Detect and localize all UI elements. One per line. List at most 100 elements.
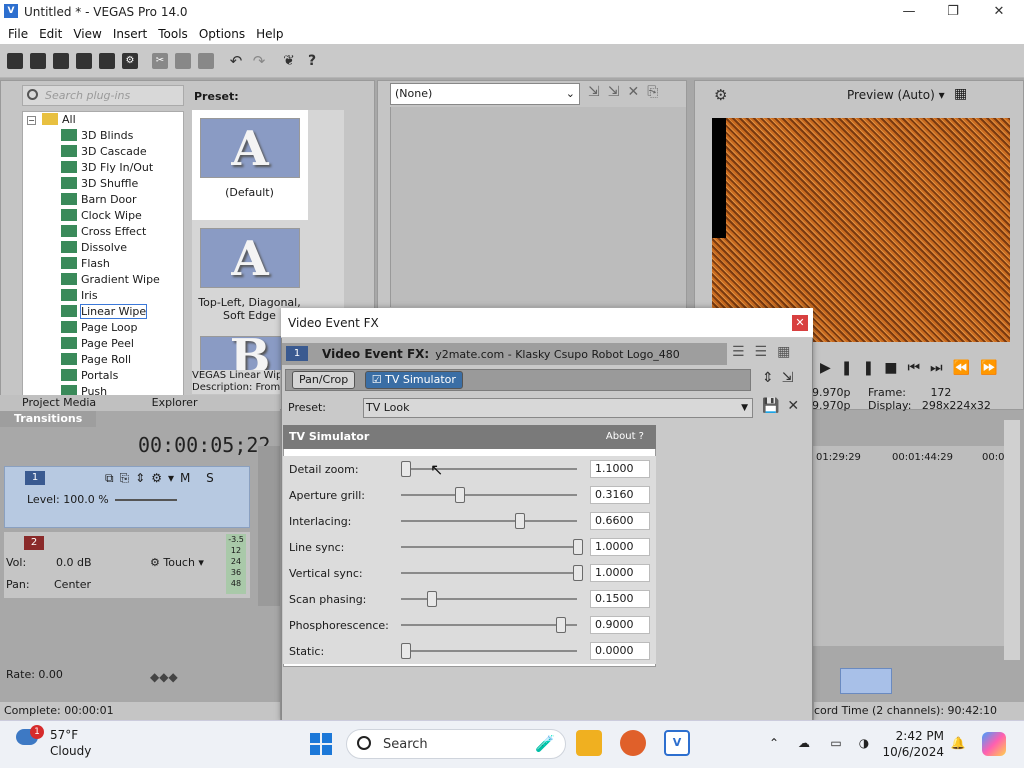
close-window-button[interactable]: ✕ <box>976 0 1022 24</box>
tree-item[interactable]: Page Roll <box>61 352 131 368</box>
rate-slider-handle[interactable]: ◆◆◆ <box>150 670 178 684</box>
param-track[interactable] <box>401 650 577 652</box>
preview-settings-gear-icon[interactable]: ⚙ <box>714 86 727 104</box>
param-value-input[interactable]: 1.1000 <box>590 460 650 478</box>
tree-item[interactable]: 3D Fly In/Out <box>61 160 153 176</box>
preset-thumbnail[interactable]: A <box>200 228 300 288</box>
tree-item-selected[interactable]: Linear Wipe <box>61 304 148 320</box>
chevron-up-icon[interactable]: ⌃ <box>766 736 782 750</box>
tree-item[interactable]: Iris <box>61 288 98 304</box>
tab-project-media[interactable]: Project Media <box>0 395 110 411</box>
param-slider-thumb[interactable] <box>573 565 583 581</box>
start-button[interactable] <box>310 733 332 755</box>
tree-item[interactable]: 3D Shuffle <box>61 176 138 192</box>
menu-view[interactable]: View <box>73 27 101 41</box>
copy-icon[interactable] <box>175 52 191 69</box>
param-value-input[interactable]: 0.9000 <box>590 616 650 634</box>
tree-item[interactable]: Portals <box>61 368 118 384</box>
properties-gear-icon[interactable]: ⚙ <box>122 52 138 69</box>
file-explorer-icon[interactable] <box>576 730 602 756</box>
copilot-icon[interactable] <box>982 732 1006 756</box>
param-value-input[interactable]: 0.0000 <box>590 642 650 660</box>
video-track-header[interactable]: 1 ⧉⎘⇕⚙▾M S Level: 100.0 % <box>4 466 250 528</box>
menu-edit[interactable]: Edit <box>39 27 62 41</box>
audio-track-header[interactable]: 2 Vol: 0.0 dB Pan: Center ⚙ Touch ▾ -3.5… <box>4 532 250 598</box>
trimmer-tool-icons[interactable]: ⇲⇲✕⎘ <box>588 84 666 100</box>
fx-view-mode-icons[interactable]: ☰☰▦ <box>732 344 800 360</box>
param-track[interactable] <box>401 624 577 626</box>
transition-tree[interactable]: − All 3D Blinds 3D Cascade 3D Fly In/Out … <box>22 111 184 396</box>
minimize-button[interactable]: — <box>886 0 932 24</box>
param-value-input[interactable]: 0.6600 <box>590 512 650 530</box>
timeline-tracks[interactable]: 01:29:29 00:01:44:29 00:0 <box>812 446 1012 646</box>
param-value-input[interactable]: 0.1500 <box>590 590 650 608</box>
chain-tv-simulator[interactable]: ☑ TV Simulator <box>364 371 463 389</box>
param-slider-thumb[interactable] <box>401 643 411 659</box>
timeline-vertical-scrollbar[interactable] <box>1004 420 1020 660</box>
grid-icon[interactable]: ▦ <box>954 86 967 102</box>
tree-item[interactable]: 3D Cascade <box>61 144 147 160</box>
chain-tool-icons[interactable]: ⇕⇲ <box>762 370 801 386</box>
trimmer-area[interactable] <box>390 107 686 307</box>
taskbar-search[interactable]: Search 🧪 <box>346 729 566 759</box>
save-as-icon[interactable] <box>76 52 92 69</box>
preset-save-delete-icons[interactable]: 💾✕ <box>762 398 807 414</box>
tree-item[interactable]: Page Loop <box>61 320 138 336</box>
open-folder-icon[interactable] <box>30 52 46 69</box>
notification-bell-icon[interactable]: 🔔 <box>950 736 966 750</box>
display-icon[interactable]: ▭ <box>828 736 844 750</box>
param-slider-thumb[interactable] <box>426 591 437 607</box>
param-track[interactable] <box>401 572 577 574</box>
tree-item[interactable]: Cross Effect <box>61 224 146 240</box>
track1-tool-icons[interactable]: ⧉⎘⇕⚙▾M S <box>105 471 220 486</box>
param-value-input[interactable]: 1.0000 <box>590 538 650 556</box>
param-value-input[interactable]: 1.0000 <box>590 564 650 582</box>
fx-chain-bar[interactable]: Pan/Crop ☑ TV Simulator <box>285 369 751 391</box>
param-value-input[interactable]: 0.3160 <box>590 486 650 504</box>
tree-item[interactable]: Clock Wipe <box>61 208 142 224</box>
dialog-close-button[interactable]: ✕ <box>792 315 808 331</box>
tree-item[interactable]: Dissolve <box>61 240 127 256</box>
menu-insert[interactable]: Insert <box>113 27 147 41</box>
maximize-button[interactable]: ❐ <box>930 0 976 24</box>
clock[interactable]: 2:42 PM 10/6/2024 <box>880 728 944 760</box>
new-project-icon[interactable] <box>7 52 23 69</box>
snapping-toggle-icons[interactable] <box>840 668 892 694</box>
menu-file[interactable]: File <box>8 27 28 41</box>
param-slider-thumb[interactable] <box>401 461 411 477</box>
cut-icon[interactable]: ✂ <box>152 52 168 69</box>
vegas-taskbar-icon[interactable]: V <box>664 730 690 756</box>
chain-pan-crop[interactable]: Pan/Crop <box>292 371 356 389</box>
volume-icon[interactable]: ◑ <box>856 736 872 750</box>
preview-mode-select[interactable]: Preview (Auto) ▾ <box>847 88 945 102</box>
param-track[interactable] <box>401 520 577 522</box>
tree-item[interactable]: Flash <box>61 256 110 272</box>
tab-transitions[interactable]: Transitions <box>0 411 97 427</box>
menu-tools[interactable]: Tools <box>158 27 188 41</box>
param-track[interactable] <box>401 494 577 496</box>
tab-explorer[interactable]: Explorer <box>138 395 212 411</box>
param-slider-thumb[interactable] <box>455 487 466 503</box>
trimmer-media-select[interactable]: (None) ⌄ <box>390 83 580 105</box>
tree-item[interactable]: Gradient Wipe <box>61 272 160 288</box>
network-icon[interactable]: ☁ <box>796 736 812 750</box>
transport-controls[interactable]: ▶❚❚■⏮⏭⏪⏩ <box>820 360 1008 376</box>
param-slider-thumb[interactable] <box>573 539 583 555</box>
help-icon[interactable]: ? <box>304 53 320 69</box>
paste-icon[interactable] <box>198 52 214 69</box>
firefox-icon[interactable] <box>620 730 646 756</box>
tree-item[interactable]: Page Peel <box>61 336 134 352</box>
automation-mode[interactable]: ⚙ Touch ▾ <box>150 556 204 569</box>
tree-item[interactable]: 3D Blinds <box>61 128 133 144</box>
save-icon[interactable] <box>53 52 69 69</box>
menu-options[interactable]: Options <box>199 27 245 41</box>
fx-plugin-icon[interactable]: ❦ <box>281 53 297 69</box>
menu-help[interactable]: Help <box>256 27 283 41</box>
render-icon[interactable] <box>99 52 115 69</box>
tree-item[interactable]: Barn Door <box>61 192 137 208</box>
about-link[interactable]: About ? <box>606 431 644 442</box>
param-track[interactable] <box>401 546 577 548</box>
preset-default-card[interactable]: A (Default) <box>192 110 308 220</box>
undo-icon[interactable]: ↶ <box>228 53 244 69</box>
level-slider[interactable] <box>115 499 177 501</box>
